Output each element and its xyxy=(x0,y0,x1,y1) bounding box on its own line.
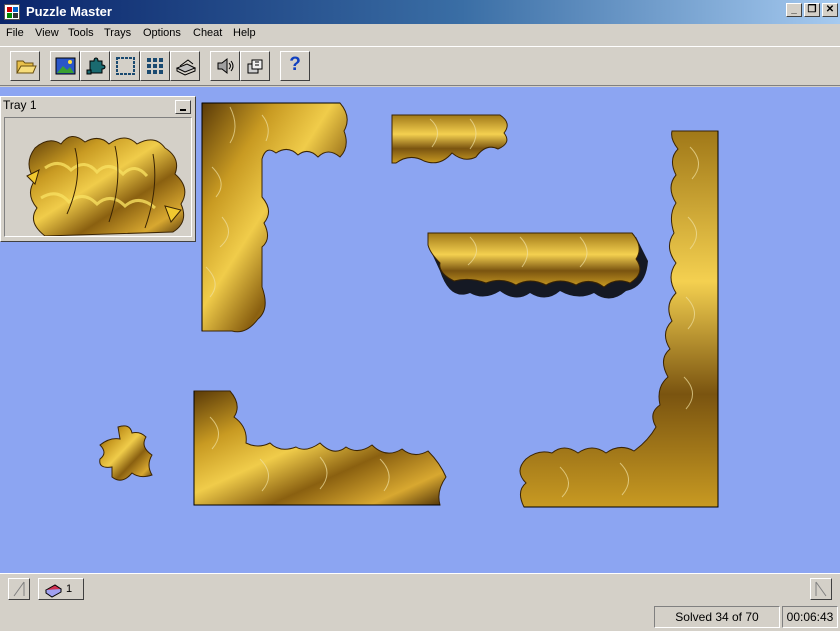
help-button[interactable]: ? xyxy=(280,51,310,81)
tray-button[interactable] xyxy=(170,51,200,81)
title-bar: Puzzle Master _ ❐ ✕ xyxy=(0,0,840,24)
menu-view[interactable]: View xyxy=(35,27,59,39)
loose-piece[interactable] xyxy=(99,425,153,481)
scroll-left-button[interactable] xyxy=(8,578,30,600)
menu-trays[interactable]: Trays xyxy=(104,27,131,39)
menu-cheat[interactable]: Cheat xyxy=(193,27,222,39)
minimize-button[interactable]: _ xyxy=(786,3,802,17)
menu-bar: File View Tools Trays Options Cheat Help xyxy=(0,24,840,44)
scroll-left-icon xyxy=(13,581,25,597)
grid-icon xyxy=(147,58,163,74)
picture-icon xyxy=(55,57,76,75)
tray-panel[interactable]: Tray 1 xyxy=(0,96,196,242)
tray-icon xyxy=(175,59,197,76)
status-bar: Solved 34 of 70 00:06:43 xyxy=(0,604,840,631)
open-button[interactable] xyxy=(10,51,40,81)
tray-1-button[interactable]: 1 xyxy=(38,578,84,600)
tray-icon xyxy=(45,584,62,598)
help-icon: ? xyxy=(289,54,301,75)
border-frame-icon xyxy=(116,57,135,75)
scroll-right-icon xyxy=(815,581,827,597)
tray-minimize-button[interactable] xyxy=(175,100,191,114)
tray-contents[interactable] xyxy=(4,117,192,237)
solved-status: Solved 34 of 70 xyxy=(654,606,780,628)
piece-cluster-right[interactable] xyxy=(519,130,719,508)
timer: 00:06:43 xyxy=(782,606,838,628)
app-icon xyxy=(4,4,20,20)
scatter-pieces-button[interactable] xyxy=(80,51,110,81)
piece-cluster-top-left[interactable] xyxy=(201,102,348,333)
menu-options[interactable]: Options xyxy=(143,27,181,39)
menu-tools[interactable]: Tools xyxy=(68,27,94,39)
tray-pieces xyxy=(26,136,186,236)
minimize-icon xyxy=(180,109,186,111)
edge-pieces-button[interactable] xyxy=(110,51,140,81)
speaker-icon xyxy=(217,57,234,75)
sound-button[interactable] xyxy=(210,51,240,81)
show-picture-button[interactable] xyxy=(50,51,80,81)
tray-count: 1 xyxy=(66,583,73,595)
puzzle-pieces-icon xyxy=(86,57,106,75)
menu-file[interactable]: File xyxy=(6,27,24,39)
close-button[interactable]: ✕ xyxy=(822,3,838,17)
toolbar: ? xyxy=(0,46,840,86)
grid-button[interactable] xyxy=(140,51,170,81)
piece-strip-middle[interactable] xyxy=(427,232,648,299)
open-folder-icon xyxy=(16,60,37,74)
menu-help[interactable]: Help xyxy=(233,27,256,39)
restore-button[interactable]: ❐ xyxy=(804,3,820,17)
pieces-stack-icon xyxy=(247,59,263,74)
piece-top-middle[interactable] xyxy=(391,114,508,164)
tray-title: Tray 1 xyxy=(3,98,37,112)
scroll-right-button[interactable] xyxy=(810,578,832,600)
window-title: Puzzle Master xyxy=(26,4,112,19)
pieces-button[interactable] xyxy=(240,51,270,81)
tray-bar: 1 xyxy=(0,573,840,603)
piece-cluster-bottom-left[interactable] xyxy=(193,390,447,506)
